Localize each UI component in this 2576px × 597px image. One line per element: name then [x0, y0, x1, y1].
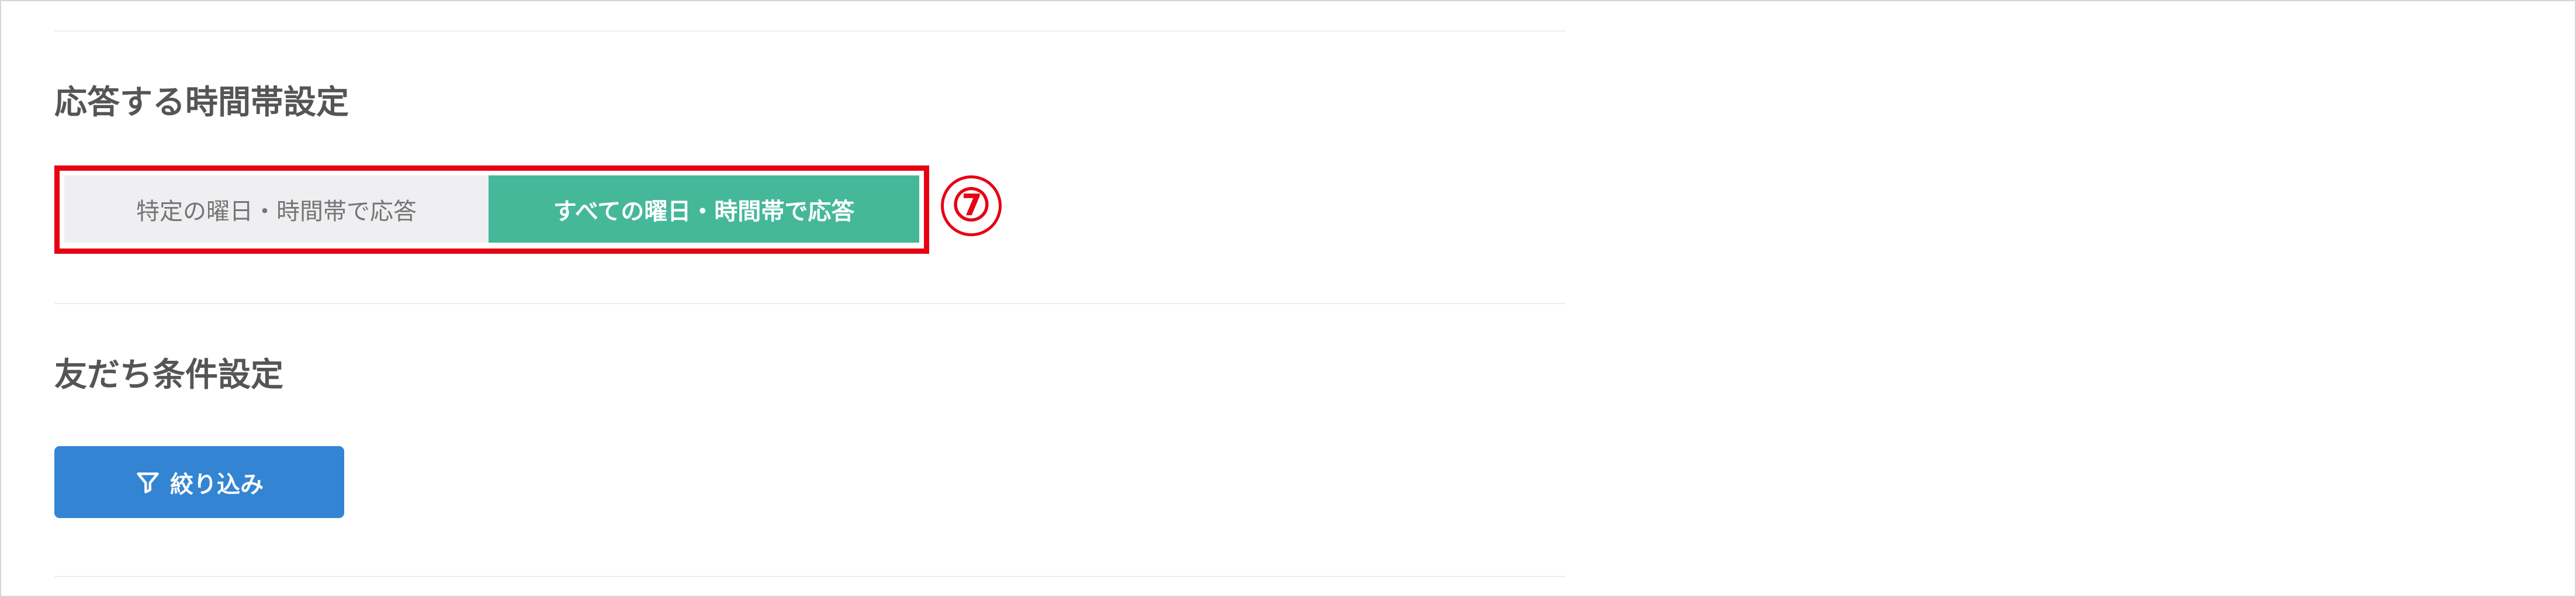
divider-top [54, 30, 1566, 32]
filter-button-label: 絞り込み [170, 471, 264, 498]
filter-icon [135, 470, 161, 495]
screenshot-frame [0, 0, 2576, 597]
friend-conditions-section-title: 友だち条件設定 [54, 356, 283, 394]
filter-button[interactable]: 絞り込み [54, 446, 344, 518]
divider-middle [54, 303, 1566, 304]
annotation-highlight-box [54, 165, 929, 254]
response-time-section-title: 応答する時間帯設定 [54, 84, 349, 122]
annotation-number-marker: ⑦ [941, 175, 1002, 236]
divider-bottom [54, 576, 1566, 577]
